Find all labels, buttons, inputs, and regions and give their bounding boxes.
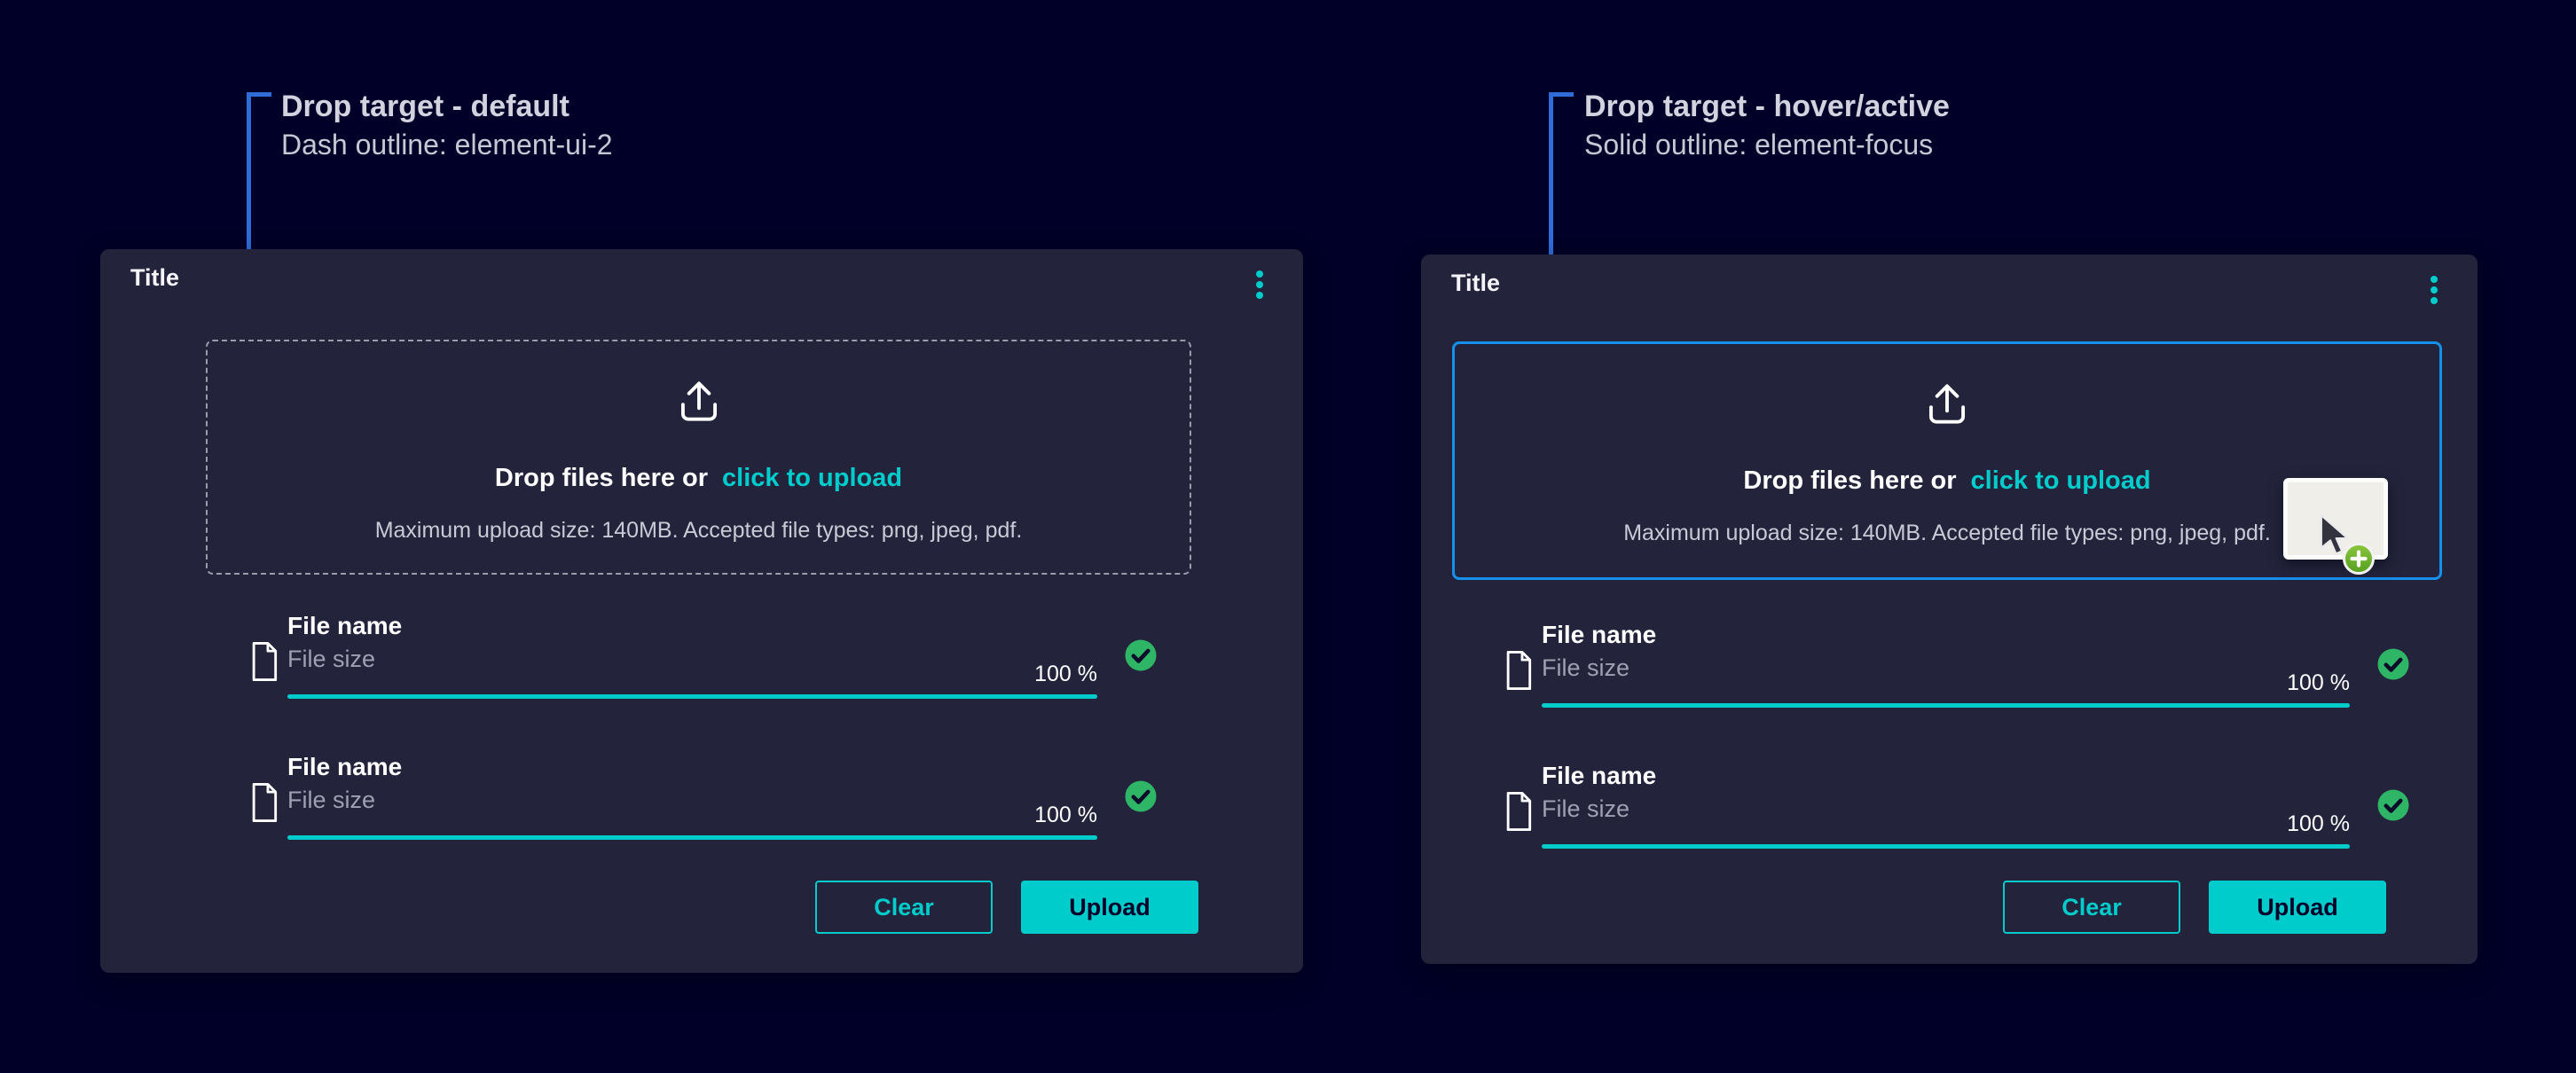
uploaded-file-row: File name File size 100 % [247, 608, 1159, 699]
progress-bar [1542, 703, 2350, 708]
annotation-connector-cap [1549, 92, 1574, 97]
annotation-connector-cap [247, 92, 271, 97]
kebab-menu-icon[interactable] [1255, 270, 1264, 299]
kebab-menu-icon[interactable] [2430, 276, 2439, 304]
upload-icon [1920, 376, 1975, 431]
upload-card-default: Title Drop files here or click to upload … [100, 249, 1303, 973]
file-name: File name [287, 612, 402, 640]
uploaded-file-row: File name File size 100 % [247, 749, 1159, 840]
progress-bar [287, 835, 1097, 840]
drop-instruction: Drop files here or click to upload [495, 464, 902, 493]
file-icon [247, 781, 281, 824]
drop-files-text: Drop files here or [1743, 466, 1956, 495]
progress-bar [1542, 844, 2350, 849]
upload-button[interactable]: Upload [2209, 881, 2386, 934]
uploaded-file-row: File name File size 100 % [1502, 758, 2412, 849]
file-size: File size [287, 787, 375, 814]
upload-card-hover-active: Title Drop files here orclick to upload … [1421, 255, 2478, 964]
upload-progress-label: 100 % [2287, 670, 2350, 696]
annotation-subtitle: Solid outline: element-focus [1584, 126, 1950, 163]
upload-progress-label: 100 % [1034, 803, 1097, 828]
drop-files-text: Drop files here or [495, 464, 708, 492]
annotation-title: Drop target - hover/active [1584, 87, 1950, 126]
annotation-right: Drop target - hover/active Solid outline… [1584, 87, 1950, 163]
file-name: File name [1542, 762, 1656, 790]
upload-progress-label: 100 % [1034, 662, 1097, 687]
file-size: File size [287, 646, 375, 673]
upload-restrictions-hint: Maximum upload size: 140MB. Accepted fil… [375, 518, 1023, 544]
clear-button[interactable]: Clear [815, 881, 993, 934]
file-icon [247, 640, 281, 683]
card-title: Title [130, 264, 179, 292]
success-check-icon [2375, 787, 2412, 824]
annotation-left: Drop target - default Dash outline: elem… [281, 87, 613, 163]
drop-instruction: Drop files here or click to upload [1743, 466, 2150, 496]
card-actions: Clear Upload [2003, 881, 2386, 934]
design-spec-canvas: Drop target - default Dash outline: elem… [0, 0, 2576, 1073]
file-size: File size [1542, 795, 1630, 823]
upload-restrictions-hint: Maximum upload size: 140MB. Accepted fil… [1623, 521, 2271, 546]
success-check-icon [1122, 778, 1159, 815]
annotation-subtitle: Dash outline: element-ui-2 [281, 126, 613, 163]
annotation-title: Drop target - default [281, 87, 613, 126]
uploaded-file-row: File name File size 100 % [1502, 617, 2412, 708]
copy-add-badge-icon [2342, 542, 2376, 576]
upload-icon [671, 373, 726, 428]
clear-button[interactable]: Clear [2003, 881, 2180, 934]
click-to-upload-link[interactable]: click to upload [1971, 466, 2151, 495]
click-to-upload-link[interactable]: click to upload [722, 464, 902, 492]
upload-button[interactable]: Upload [1021, 881, 1198, 934]
file-icon [1502, 649, 1535, 692]
card-actions: Clear Upload [815, 881, 1198, 934]
success-check-icon [1122, 637, 1159, 674]
file-name: File name [1542, 621, 1656, 649]
card-title: Title [1451, 270, 1500, 297]
file-name: File name [287, 753, 402, 781]
success-check-icon [2375, 646, 2412, 683]
progress-bar [287, 694, 1097, 699]
file-icon [1502, 790, 1535, 833]
file-size: File size [1542, 654, 1630, 682]
file-drop-zone[interactable]: Drop files here or click to upload Maximu… [206, 340, 1191, 575]
upload-progress-label: 100 % [2287, 811, 2350, 837]
